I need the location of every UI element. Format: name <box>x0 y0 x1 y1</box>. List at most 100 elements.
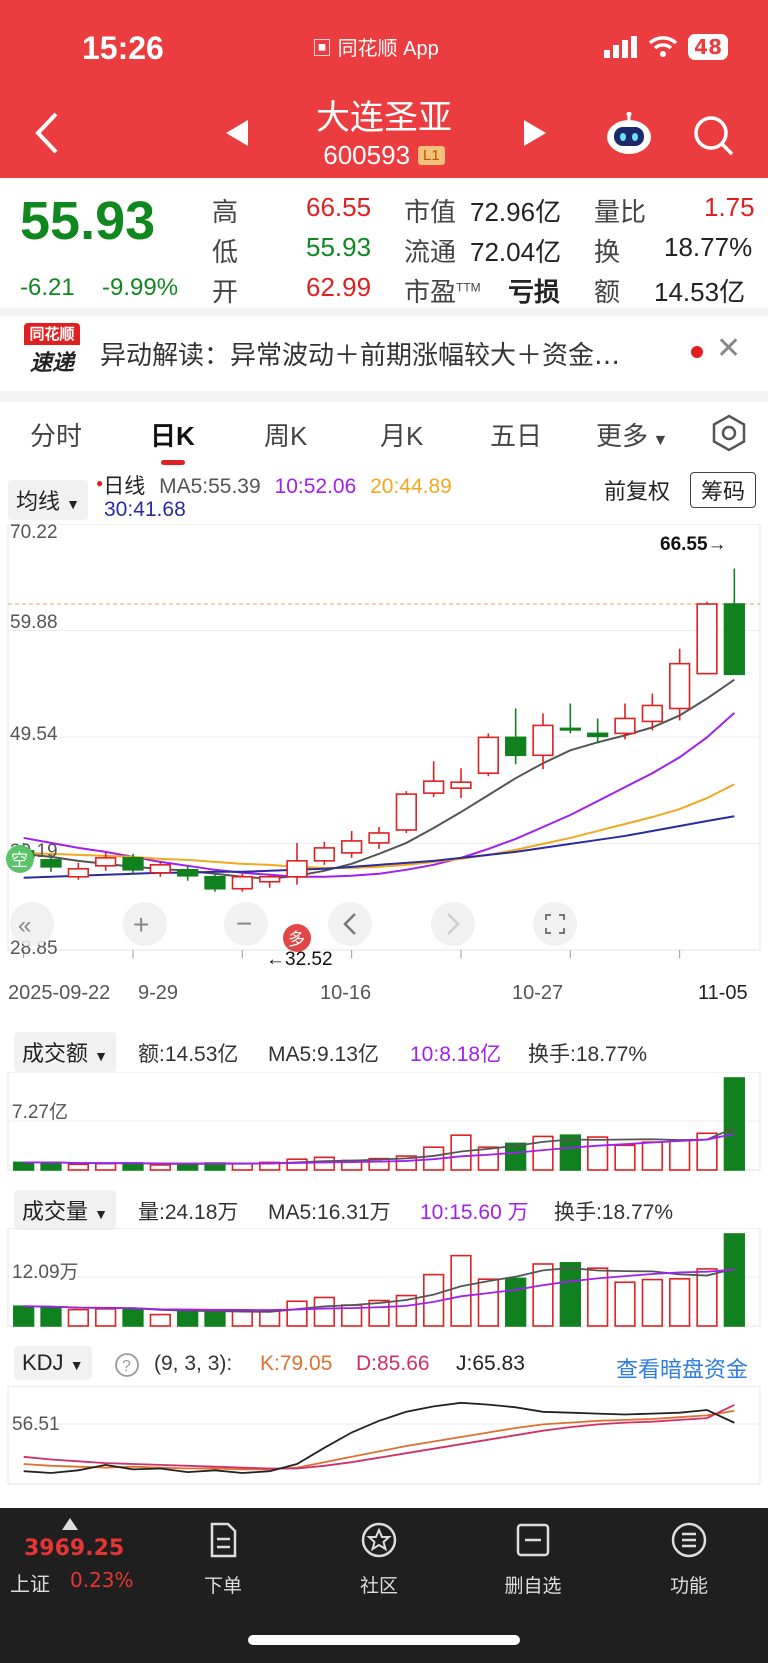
high-label: 高 <box>212 197 239 227</box>
volume-bar <box>587 1267 609 1327</box>
volume-bar <box>559 1262 581 1327</box>
low-marker: ←32.52 <box>266 949 333 970</box>
tab-intraday[interactable]: 分时 <box>30 416 82 453</box>
divider <box>0 391 768 402</box>
amount-bar <box>641 1141 663 1171</box>
amount-value: 14.53亿 <box>654 277 746 307</box>
amount-chart[interactable]: 7.27亿 <box>0 1072 768 1172</box>
amount-bar <box>149 1164 171 1171</box>
nav-functions-label: 功能 <box>669 1575 708 1597</box>
app-header: 15:26 ▣ 同花顺 App 48 大连圣亚 600593 L1 <box>0 0 768 178</box>
amount-y-label: 7.27亿 <box>12 1101 68 1123</box>
zoom-out-icon[interactable]: − <box>224 902 268 946</box>
nav-functions[interactable]: 功能 <box>644 1520 734 1598</box>
zoom-back-icon[interactable]: « <box>10 902 54 946</box>
help-icon-glyph: ? <box>122 1358 131 1375</box>
home-indicator <box>248 1635 520 1645</box>
x-label-0: 2025-09-22 <box>8 982 111 1004</box>
candle <box>231 873 253 892</box>
candle <box>313 841 335 865</box>
signal-duo-icon: 多 <box>283 924 311 952</box>
candle <box>341 830 363 858</box>
candle <box>559 703 581 734</box>
volume-bar <box>669 1278 691 1327</box>
kdj-dropdown[interactable]: KDJ ▼ <box>14 1346 92 1380</box>
nav-remove-watchlist[interactable]: 删自选 <box>488 1520 578 1598</box>
kline-chart[interactable]: 70.22 59.88 49.54 39.19 28.85 66.55→ ←32… <box>0 524 768 1030</box>
volume-bar <box>723 1233 745 1327</box>
amount-dropdown-label: 成交额 <box>22 1041 89 1066</box>
fullscreen-icon[interactable] <box>533 902 577 946</box>
volume-dropdown[interactable]: 成交量 ▼ <box>14 1190 116 1230</box>
news-banner[interactable]: 同花顺 速递 异动解读：异常波动＋前期涨幅较大＋资金… ✕ <box>0 315 768 391</box>
tab-more[interactable]: 更多 ▼ <box>596 416 668 453</box>
news-logo-top: 同花顺 <box>24 323 80 345</box>
amount-label: 额 <box>594 277 621 307</box>
remove-watchlist-icon <box>516 1523 550 1557</box>
robot-assistant-icon[interactable] <box>605 112 653 156</box>
next-stock-icon[interactable] <box>524 120 546 146</box>
volume-ma10-text: 10:15.60 万 <box>420 1201 529 1224</box>
caret-down-icon: ▼ <box>648 432 669 449</box>
nav-community[interactable]: 社区 <box>334 1520 424 1598</box>
volratio-value: 1.75 <box>704 192 755 222</box>
chip-distribution-button[interactable]: 筹码 <box>690 472 757 508</box>
pe-label: 市盈TTM <box>404 272 481 309</box>
chart-settings-icon[interactable] <box>710 414 748 452</box>
volume-bar <box>614 1281 636 1327</box>
kdj-j-value: J:65.83 <box>456 1352 525 1375</box>
status-app-name: ▣ 同花顺 App <box>312 32 439 61</box>
amount-dropdown[interactable]: 成交额 ▼ <box>14 1032 116 1072</box>
signal-kong-icon: 空 <box>6 845 34 873</box>
dark-pool-link[interactable]: 查看暗盘资金 <box>616 1352 748 1384</box>
amount-turnover-text: 换手:18.77% <box>528 1043 648 1066</box>
indicator-dropdown[interactable]: 均线 ▼ <box>8 480 88 520</box>
index-value[interactable]: 3969.25 <box>24 1536 124 1561</box>
ma-line-MA20 <box>23 783 735 869</box>
news-logo-bottom: 速递 <box>29 351 74 376</box>
volume-bar <box>696 1268 718 1327</box>
wifi-icon <box>648 36 678 57</box>
volume-bar <box>259 1309 281 1327</box>
stock-code: 600593 <box>323 140 411 170</box>
kdj-line-K <box>23 1409 735 1471</box>
volume-bar <box>231 1310 253 1327</box>
ma30-value: 30:41.68 <box>104 498 186 521</box>
close-icon[interactable]: ✕ <box>716 331 741 366</box>
zoom-in-icon[interactable]: + <box>123 902 167 946</box>
candle <box>286 842 308 885</box>
tab-weekly-k[interactable]: 周K <box>264 416 307 453</box>
volume-bar <box>313 1296 335 1327</box>
kdj-dropdown-label: KDJ <box>22 1350 64 1375</box>
pe-value: 亏损 <box>508 277 561 307</box>
news-text[interactable]: 异动解读：异常波动＋前期涨幅较大＋资金… <box>100 335 620 372</box>
adjust-mode[interactable]: 前复权 <box>604 474 670 506</box>
nav-order[interactable]: 下单 <box>178 1520 268 1598</box>
search-icon[interactable] <box>690 112 736 158</box>
help-icon[interactable]: ? <box>114 1352 140 1378</box>
ma-line-MA5 <box>23 678 735 880</box>
amount-panel-header: 成交额 ▼ 额:14.53亿 MA5:9.13亿 10:8.18亿 换手:18.… <box>0 1028 768 1072</box>
level-badge: L1 <box>418 146 445 165</box>
kdj-chart[interactable]: 56.51 <box>0 1386 768 1486</box>
amount-bar <box>286 1158 308 1171</box>
candle <box>450 768 472 799</box>
scroll-right-icon[interactable] <box>431 902 475 946</box>
tab-daily-k[interactable]: 日K <box>150 416 195 453</box>
status-indicators: 48 <box>604 34 728 60</box>
scroll-left-icon[interactable] <box>328 902 372 946</box>
candle <box>477 733 499 777</box>
chart-grid <box>7 524 761 958</box>
index-pct: 0.23% <box>70 1568 134 1592</box>
volume-chart[interactable]: 12.09万 <box>0 1228 768 1328</box>
volume-bar <box>67 1308 89 1327</box>
community-icon <box>361 1522 397 1558</box>
tab-monthly-k[interactable]: 月K <box>380 416 423 453</box>
chart-overlay: 70.22 59.88 49.54 39.19 28.85 66.55→ ←32… <box>6 524 727 970</box>
series-label: 日线 <box>103 475 146 498</box>
candle <box>669 648 691 721</box>
tab-five-day[interactable]: 五日 <box>490 416 542 453</box>
kdj-params: (9, 3, 3): <box>154 1352 233 1375</box>
amount-text: 额:14.53亿 <box>138 1043 239 1066</box>
caret-down-icon: ▼ <box>66 496 80 512</box>
